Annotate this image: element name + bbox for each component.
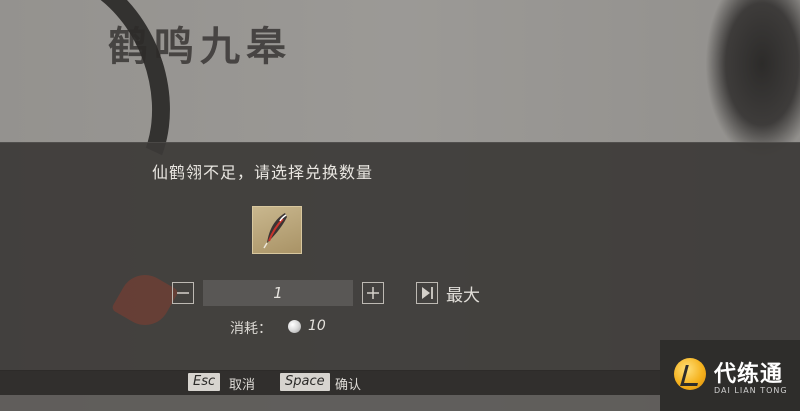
quantity-input[interactable] [203, 280, 353, 306]
minus-icon [177, 292, 189, 294]
quantity-selector: 最大 [0, 280, 800, 306]
hint-bar: Esc 取消 Space 确认 [0, 370, 660, 395]
pearl-coin-icon [288, 320, 301, 333]
decrement-button[interactable] [172, 282, 194, 304]
cancel-hint-label: 取消 [229, 378, 256, 393]
cost-label: 消耗： [230, 321, 272, 337]
background-strip [0, 395, 660, 411]
exchange-dialog [0, 142, 800, 371]
watermark-text: 代练通 [714, 362, 784, 387]
max-label: 最大 [446, 286, 480, 306]
item-slot [252, 206, 302, 254]
feather-icon [263, 213, 287, 249]
skip-to-end-icon [416, 282, 438, 304]
logo-mark-icon [674, 358, 706, 390]
exchange-prompt: 仙鹤翎不足，请选择兑换数量 [152, 163, 374, 182]
confirm-hint-label: 确认 [335, 378, 362, 393]
increment-button[interactable] [362, 282, 384, 304]
plus-icon [367, 287, 379, 299]
watermark-logo: 代练通 DAI LIAN TONG [660, 340, 800, 411]
cost-value: 10 [308, 318, 326, 334]
esc-key-hint[interactable]: Esc [188, 373, 221, 391]
space-key-hint[interactable]: Space [280, 373, 330, 391]
watermark-subtext: DAI LIAN TONG [714, 386, 788, 395]
